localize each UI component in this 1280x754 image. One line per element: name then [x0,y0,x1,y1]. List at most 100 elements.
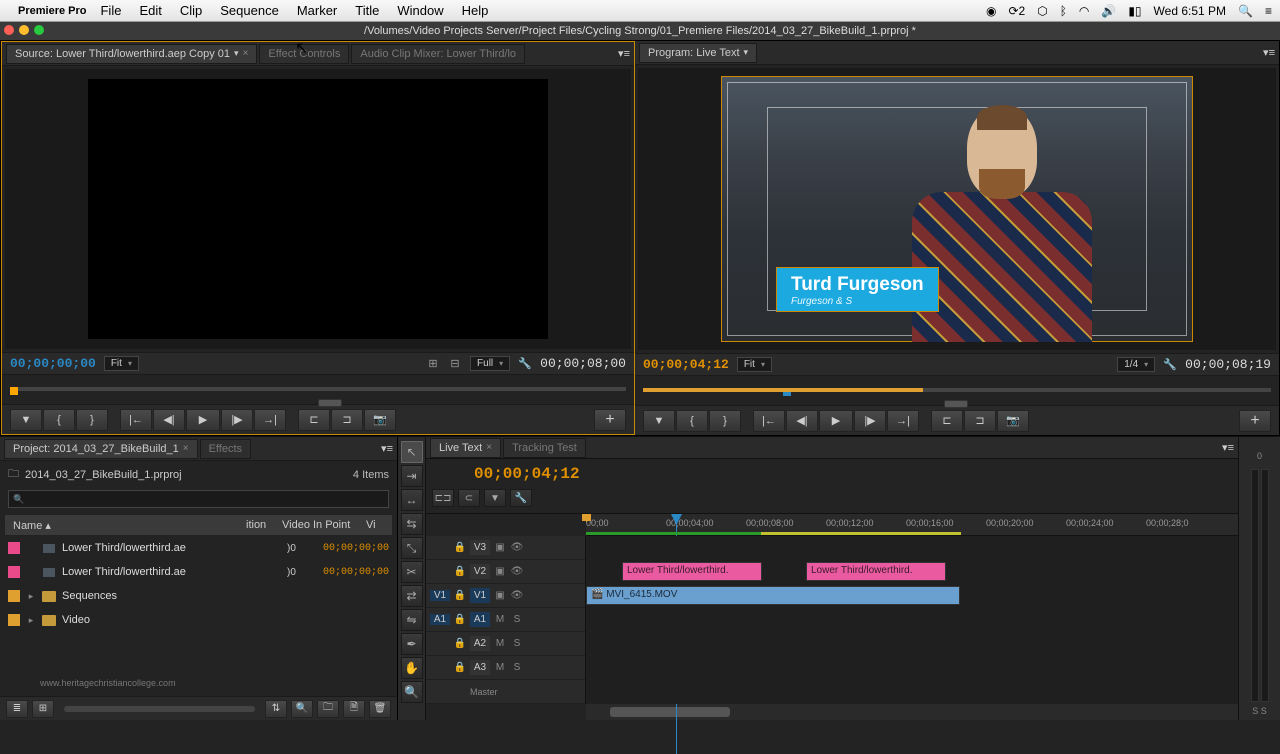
column-header[interactable]: Name ▴ ition Video In Point Vi [4,514,393,536]
toggle-output-icon[interactable]: ▣ [493,589,507,603]
lock-icon[interactable]: 🔒 [453,637,467,651]
zoom-window[interactable] [34,25,44,35]
program-zoom-dropdown[interactable]: Fit [737,357,772,372]
delete-button[interactable]: 🗑 [369,700,391,718]
mark-in-button[interactable]: { [676,410,708,432]
overwrite-button[interactable]: ⊐ [331,409,363,431]
mark-in-button[interactable]: { [43,409,75,431]
timeline-scrollbar[interactable] [586,704,1238,720]
bluetooth-icon[interactable]: ᛒ [1060,4,1067,18]
tab-source[interactable]: Source: Lower Third/lowerthird.aep Copy … [6,44,257,64]
menu-sequence[interactable]: Sequence [220,3,279,18]
program-res-dropdown[interactable]: 1/4 [1117,357,1155,372]
track-header-v2[interactable]: 🔒V2▣👁 [426,560,585,584]
tab-program[interactable]: Program: Live Text ▾ [639,43,757,63]
button-editor[interactable]: + [1239,410,1271,432]
lock-icon[interactable]: 🔒 [453,541,467,555]
razor-tool[interactable]: ✂ [401,561,423,583]
rate-stretch-tool[interactable]: ⤡ [401,537,423,559]
eye-icon[interactable]: 👁 [510,541,524,555]
lift-button[interactable]: ⊏ [931,410,963,432]
wrench-icon[interactable]: 🔧 [1163,358,1177,372]
wrench-icon[interactable]: 🔧 [518,357,532,371]
dropbox-icon[interactable]: ⬡ [1037,4,1047,18]
hand-tool[interactable]: ✋ [401,657,423,679]
panel-menu-icon[interactable]: ▾≡ [1222,441,1234,454]
pen-tool[interactable]: ✒ [401,633,423,655]
volume-icon[interactable]: 🔊 [1101,4,1116,18]
close-window[interactable] [4,25,14,35]
linked-sel-button[interactable]: ⊂ [458,489,480,507]
export-frame-button[interactable]: 📷 [364,409,396,431]
track-select-tool[interactable]: ⇥ [401,465,423,487]
goto-out-button[interactable]: →| [887,410,919,432]
step-back-button[interactable]: ◀| [153,409,185,431]
meter-solo[interactable]: S S [1252,706,1267,716]
source-timecode-in[interactable]: 00;00;00;00 [10,356,96,371]
label-color[interactable] [8,542,20,554]
step-back-button[interactable]: ◀| [786,410,818,432]
menu-title[interactable]: Title [355,3,379,18]
playhead-icon[interactable] [10,387,18,395]
clock[interactable]: Wed 6:51 PM [1154,4,1226,18]
button-editor[interactable]: + [594,409,626,431]
notifications-icon[interactable]: ≡ [1265,4,1272,18]
expand-icon[interactable]: ▸ [26,591,36,602]
step-fwd-button[interactable]: |▶ [221,409,253,431]
project-item[interactable]: ▸ Sequences [4,584,393,608]
source-scrubber[interactable] [2,374,634,404]
tab-sequence[interactable]: Tracking Test [503,438,586,458]
source-res-dropdown[interactable]: Full [470,356,510,371]
menu-edit[interactable]: Edit [139,3,161,18]
battery-icon[interactable]: ▮▯ [1128,4,1141,18]
toggle-output-icon[interactable]: ▣ [493,541,507,555]
cc-status-icon[interactable]: ◉ [986,4,996,18]
menu-help[interactable]: Help [462,3,489,18]
selection-tool[interactable]: ↖ [401,441,423,463]
icon-view-button[interactable]: ⊞ [32,700,54,718]
settings-icon[interactable]: ⊞ [426,357,440,371]
track-header-a3[interactable]: 🔒A3MS [426,656,585,680]
menu-marker[interactable]: Marker [297,3,337,18]
track-header-a2[interactable]: 🔒A2MS [426,632,585,656]
ripple-tool[interactable]: ↔ [401,489,423,511]
slip-tool[interactable]: ⇄ [401,585,423,607]
project-item[interactable]: ▸ Video [4,608,393,632]
project-item[interactable]: Lower Third/lowerthird.ae )0 00;00;00;00 [4,560,393,584]
lower-third-graphic[interactable]: Turd Furgeson Furgeson & S [777,268,938,311]
menu-window[interactable]: Window [397,3,443,18]
goto-in-button[interactable]: |← [120,409,152,431]
expand-icon[interactable]: ▸ [26,615,36,626]
app-name[interactable]: Premiere Pro [18,5,86,17]
panel-menu-icon[interactable]: ▾≡ [381,442,393,455]
tracks-area[interactable]: Lower Third/lowerthird. Lower Third/lowe… [586,536,1238,704]
program-monitor[interactable]: Turd Furgeson Furgeson & S [638,68,1276,350]
safe-margins-icon[interactable]: ⊟ [448,357,462,371]
minimize-window[interactable] [19,25,29,35]
list-view-button[interactable]: ≣ [6,700,28,718]
close-tab-icon[interactable]: × [243,48,249,59]
project-item[interactable]: Lower Third/lowerthird.ae )0 00;00;00;00 [4,536,393,560]
scrub-handle[interactable] [944,400,968,408]
goto-out-button[interactable]: →| [254,409,286,431]
search-input[interactable] [8,490,389,508]
new-bin-button[interactable]: 🗀 [317,700,339,718]
panel-menu-icon[interactable]: ▾≡ [618,47,630,60]
slide-tool[interactable]: ⇋ [401,609,423,631]
label-color[interactable] [8,614,20,626]
mark-out-button[interactable]: } [76,409,108,431]
label-color[interactable] [8,590,20,602]
clip[interactable]: 🎬 MVI_6415.MOV [586,586,960,605]
thumb-size-slider[interactable] [64,706,255,712]
source-monitor[interactable] [5,69,631,349]
play-button[interactable]: ▶ [186,409,220,431]
timeline-timecode[interactable]: 00;00;04;12 [474,465,580,483]
zoom-tool[interactable]: 🔍 [401,681,423,703]
tab-project[interactable]: Project: 2014_03_27_BikeBuild_1 × [4,439,198,459]
new-item-button[interactable]: 🗎 [343,700,365,718]
step-fwd-button[interactable]: |▶ [854,410,886,432]
lock-icon[interactable]: 🔒 [453,661,467,675]
label-color[interactable] [8,566,20,578]
clip[interactable]: Lower Third/lowerthird. [806,562,946,581]
extract-button[interactable]: ⊐ [964,410,996,432]
